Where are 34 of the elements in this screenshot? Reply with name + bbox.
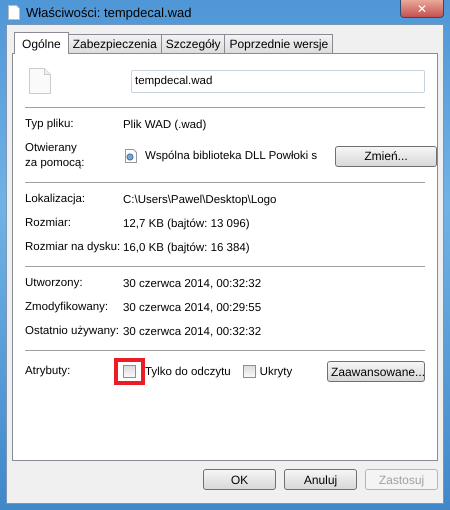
change-button[interactable]: Zmień... (335, 146, 437, 166)
field-value: 30 czerwca 2014, 00:29:55 (123, 302, 262, 314)
checkbox[interactable] (242, 365, 256, 378)
field-label: Lokalizacja: (25, 192, 86, 207)
field-label: Otwierany za pomocą: (25, 141, 86, 171)
field-label: Zmodyfikowany: (25, 300, 110, 315)
field-value: 30 czerwca 2014, 00:32:32 (123, 278, 262, 290)
field-label: Utworzony: (25, 276, 84, 291)
field-label: Ostatnio używany: (25, 324, 120, 339)
library-icon (123, 148, 139, 164)
tab[interactable]: Poprzednie wersje (224, 34, 334, 53)
field-value: Plik WAD (.wad) (123, 118, 206, 130)
field-value: Wspólna biblioteka DLL Powłoki s (145, 150, 318, 162)
dialog-button[interactable]: Anuluj (284, 469, 357, 490)
file-icon (8, 4, 20, 20)
tab[interactable]: Zabezpieczenia (68, 34, 162, 53)
checkbox-label: Ukryty (260, 366, 292, 378)
tab[interactable]: Ogólne (14, 32, 69, 54)
field-value: 30 czerwca 2014, 00:32:32 (123, 326, 262, 338)
field-value: 12,7 KB (bajtów: 13 096) (123, 218, 250, 230)
field-label: Atrybuty: (25, 364, 72, 379)
file-icon (29, 68, 51, 94)
tab[interactable]: Szczegóły (160, 34, 226, 53)
field-value: 16,0 KB (bajtów: 16 384) (123, 242, 250, 254)
dialog-button[interactable]: OK (203, 469, 276, 490)
field-label: Typ pliku: (25, 117, 75, 132)
checkbox[interactable] (123, 365, 136, 378)
file-name-field[interactable]: tempdecal.wad (131, 70, 425, 92)
field-value: C:\Users\Pawel\Desktop\Logo (123, 194, 276, 206)
checkbox-label: Tylko do odczytu (145, 366, 231, 378)
field-label: Rozmiar na dysku: (25, 240, 122, 255)
advanced-button[interactable]: Zaawansowane... (327, 361, 425, 382)
field-label: Rozmiar: (25, 216, 72, 231)
window-title: Właściwości: tempdecal.wad (26, 4, 192, 20)
